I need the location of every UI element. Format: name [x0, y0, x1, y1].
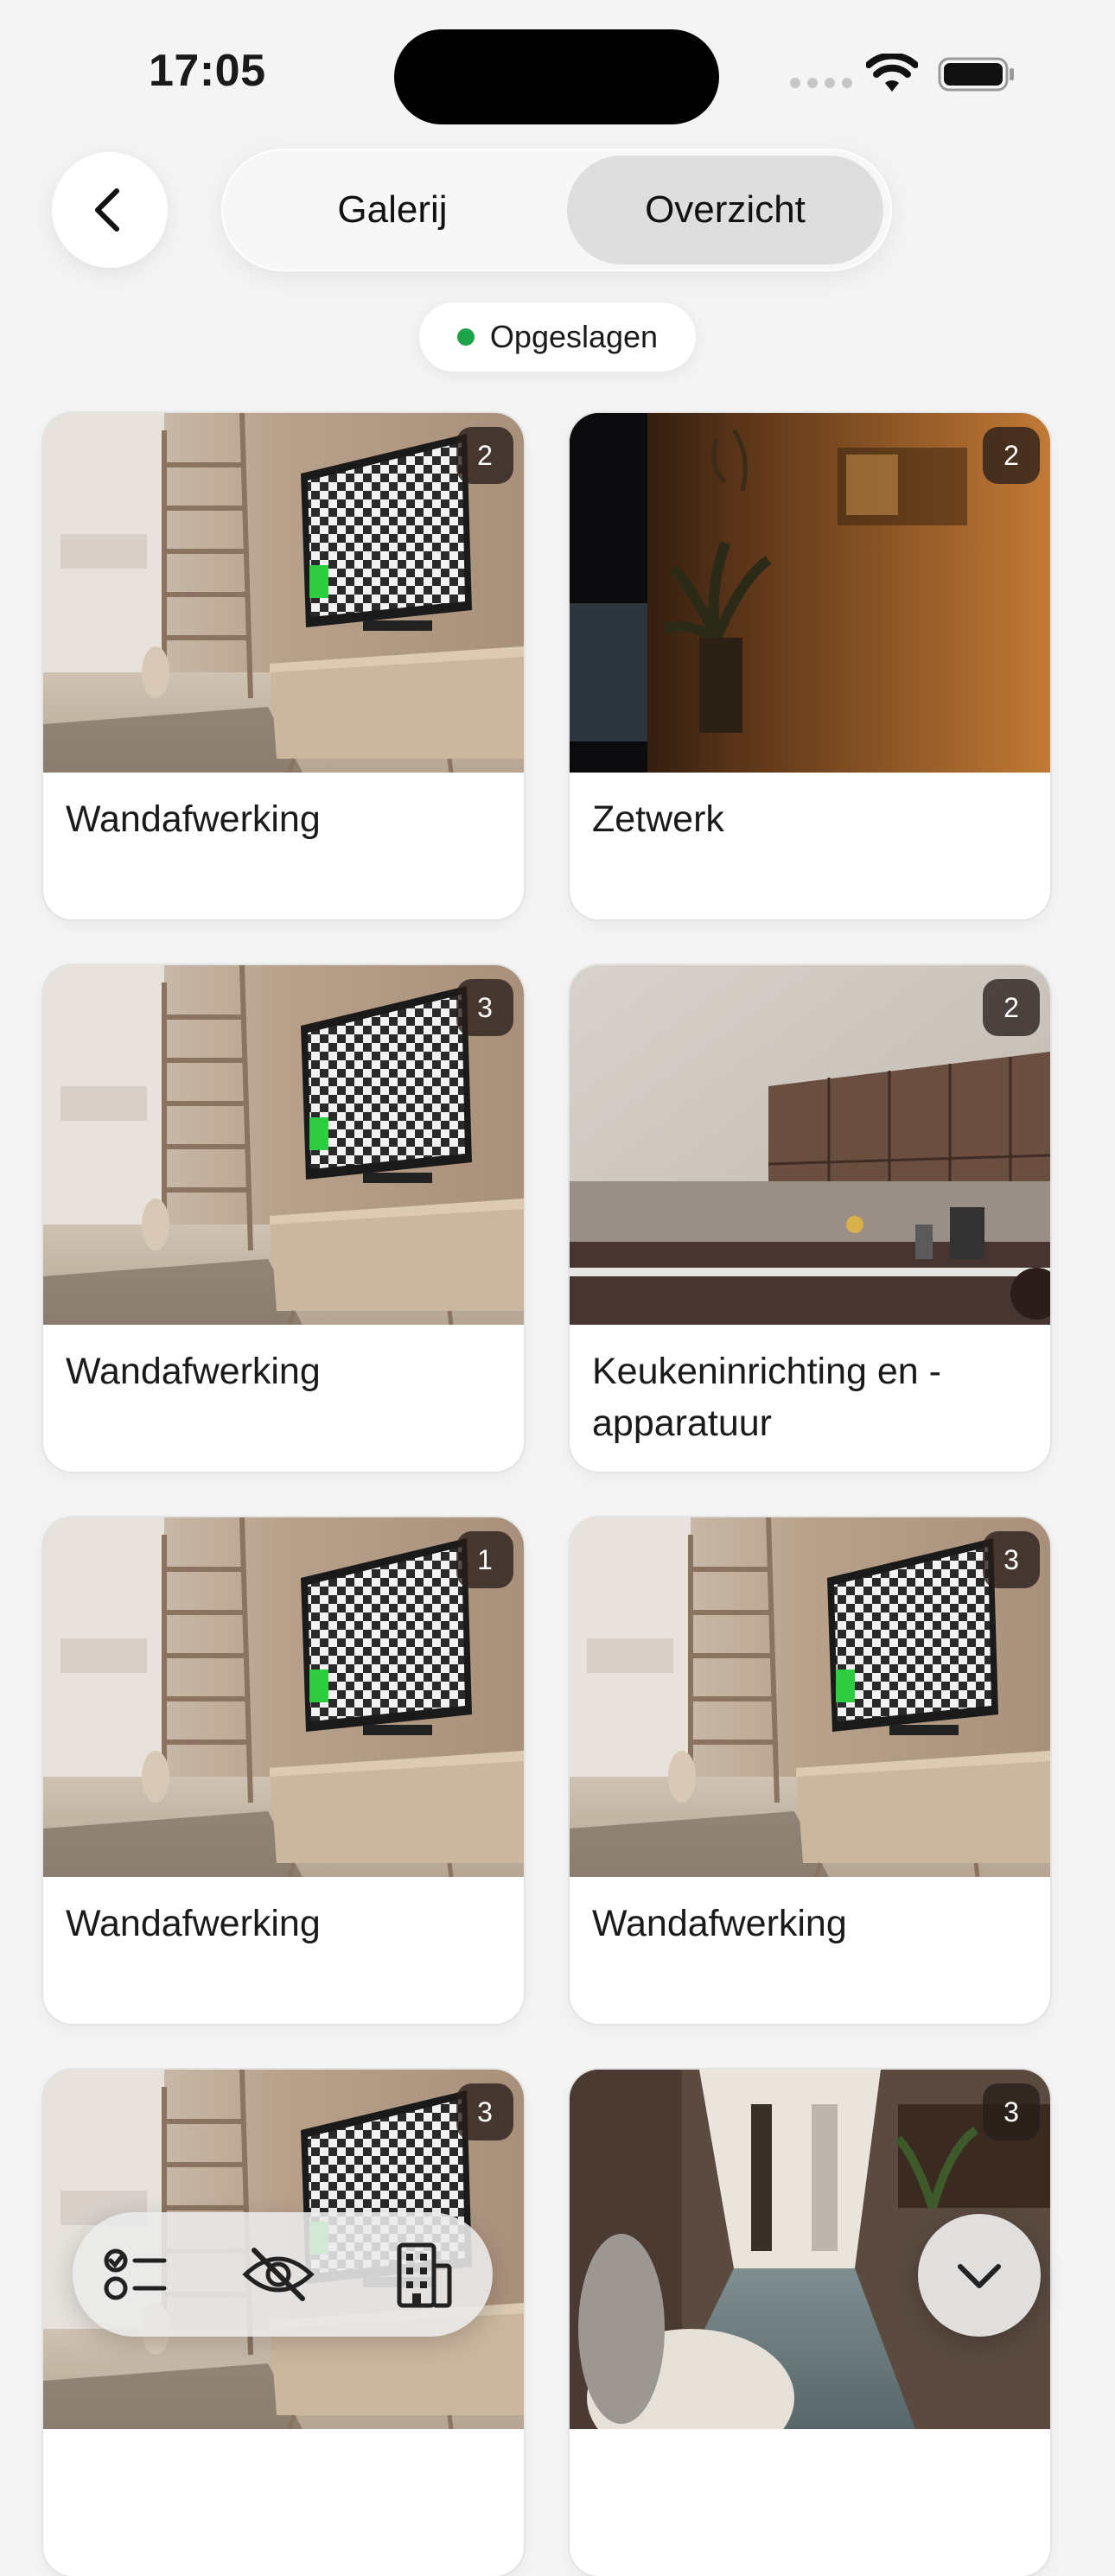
chevron-down-icon [958, 2264, 1001, 2288]
photo-count-badge: 3 [983, 1531, 1040, 1588]
photo-count-badge: 2 [983, 427, 1040, 484]
card-photo [43, 965, 524, 1325]
card-photo [43, 413, 524, 773]
save-status-badge: Opgeslagen [419, 302, 696, 372]
eye-slash-icon[interactable] [242, 2238, 315, 2311]
chevron-left-icon [95, 188, 119, 232]
tab-overzicht[interactable]: Overzicht [567, 156, 883, 264]
card-title: Keukeninrichting en -apparatuur [592, 1351, 941, 1444]
photo-count-badge: 3 [983, 2083, 1040, 2140]
scroll-down-button[interactable] [918, 2214, 1041, 2337]
card-title: Wandafwerking [66, 1351, 321, 1392]
photo-count-badge: 2 [456, 427, 513, 484]
photo-count-badge: 3 [456, 979, 513, 1036]
photo-count-badge: 3 [456, 2083, 513, 2140]
card-keukeninrichting[interactable]: 2 Keukeninrichting en -apparatuur [570, 965, 1050, 1472]
card-title: Wandafwerking [66, 798, 321, 840]
photo-count-badge: 1 [456, 1531, 513, 1588]
dynamic-island [394, 29, 719, 124]
checklist-icon[interactable] [99, 2238, 171, 2311]
status-time: 17:05 [149, 46, 266, 96]
card-photo [570, 413, 1050, 773]
card-wandafwerking[interactable]: 1 Wandafwerking [43, 1517, 524, 2024]
save-status-label: Opgeslagen [489, 319, 659, 354]
tab-galerij[interactable]: Galerij [228, 156, 557, 264]
cellular-signal-icon [790, 78, 852, 88]
status-dot-icon [456, 328, 475, 346]
back-button[interactable] [52, 152, 168, 268]
card-zetwerk[interactable]: 2 Zetwerk [570, 413, 1050, 919]
card-wandafwerking[interactable]: 2 Wandafwerking [43, 413, 524, 919]
card-title: Wandafwerking [592, 1903, 847, 1944]
wifi-icon [866, 54, 918, 92]
card-photo [570, 965, 1050, 1325]
card-wandafwerking[interactable]: 3 Wandafwerking [43, 965, 524, 1472]
card-title: Wandafwerking [66, 1903, 321, 1944]
view-segmented-control: Galerij Overzicht [221, 149, 892, 271]
card-wandafwerking[interactable]: 3 Wandafwerking [570, 1517, 1050, 2024]
battery-icon [938, 57, 1014, 92]
bottom-toolbar [73, 2212, 493, 2337]
card-title: Zetwerk [592, 798, 724, 840]
photo-count-badge: 2 [983, 979, 1040, 1036]
card-photo [570, 1517, 1050, 1877]
building-icon[interactable] [387, 2238, 460, 2311]
card-photo [43, 1517, 524, 1877]
